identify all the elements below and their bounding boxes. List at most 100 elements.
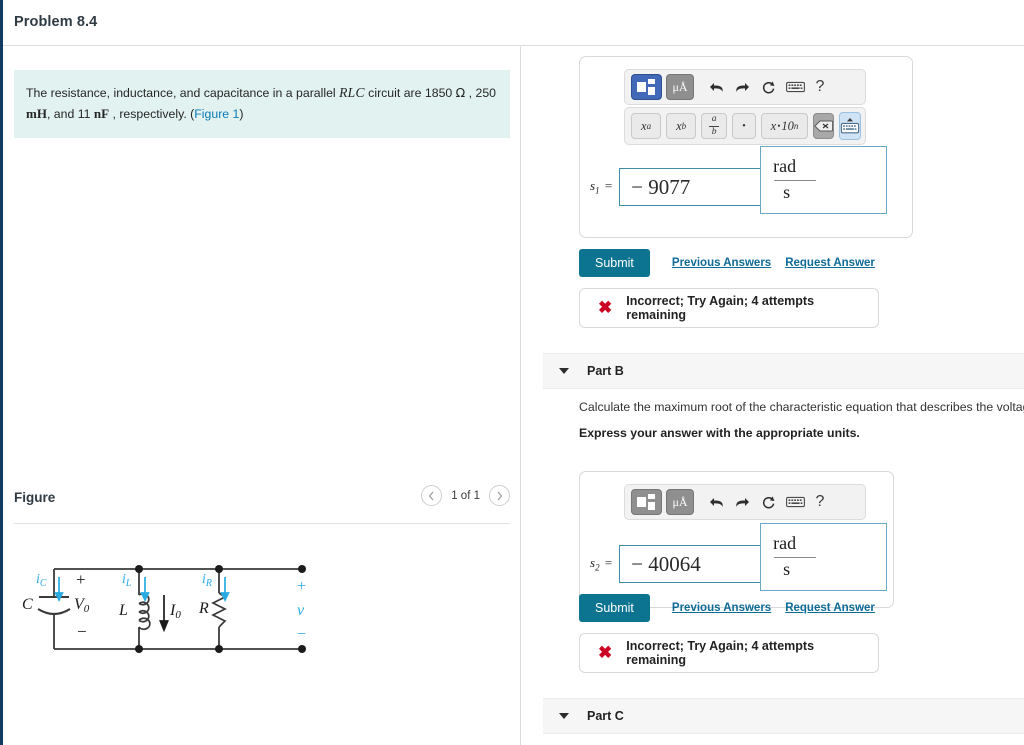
part-b-answer-input[interactable]: − 40064 [619, 545, 762, 583]
problem-statement: The resistance, inductance, and capacita… [14, 70, 510, 139]
prompt-mh: mH [26, 105, 47, 121]
part-a-feedback-banner: ✖ Incorrect; Try Again; 4 attempts remai… [579, 288, 879, 328]
red-x-icon: ✖ [598, 643, 613, 662]
part-c-header[interactable]: Part C [543, 698, 1024, 734]
figure-nav: 1 of 1 [421, 485, 510, 506]
help-button[interactable]: ? [809, 75, 831, 99]
prompt-text-3: , 250 [465, 86, 497, 100]
part-a-feedback-text: Incorrect; Try Again; 4 attempts remaini… [626, 294, 815, 322]
inductor-label: L [118, 602, 128, 619]
part-a-unit-box[interactable]: rad s [760, 146, 888, 214]
keyboard-icon[interactable] [781, 490, 809, 514]
redo-arrow-icon[interactable] [729, 75, 755, 99]
caret-down-icon[interactable] [559, 713, 569, 719]
part-b-feedback-text: Incorrect; Try Again; 4 attempts remaini… [626, 639, 815, 667]
undo-arrow-icon[interactable] [703, 75, 729, 99]
output-voltage-label: v [297, 602, 305, 619]
redo-arrow-icon[interactable] [729, 490, 755, 514]
part-a-answer-input[interactable]: − 9077 [619, 168, 762, 206]
chevron-left-icon [429, 491, 434, 500]
scientific-notation-button[interactable]: x • 10 n [760, 113, 809, 139]
part-c-title: Part C [587, 709, 624, 723]
part-a-unit-numerator: rad [773, 155, 797, 176]
part-a-request-answer-link[interactable]: Request Answer [785, 257, 875, 269]
part-a-unit-denominator: s [783, 182, 791, 203]
help-button[interactable]: ? [809, 490, 831, 514]
reset-circular-arrow-icon[interactable] [755, 490, 781, 514]
template-matrix-icon[interactable] [631, 74, 662, 100]
units-micro-angstrom-button[interactable]: μÅ [666, 489, 694, 515]
part-b-answer-row: s2 = − 40064 rad s [590, 523, 888, 591]
capacitor-minus-sign: − [77, 622, 87, 641]
part-b-submit-row: Submit Previous Answers Request Answer [579, 594, 875, 622]
figure-prev-button[interactable] [421, 485, 443, 506]
figure-counter: 1 of 1 [451, 489, 480, 502]
part-b-description: Calculate the maximum root of the charac… [579, 400, 1024, 414]
keyboard-icon[interactable] [781, 75, 809, 99]
part-a-mathbar-row1: μÅ ? [624, 69, 866, 105]
parallel-rlc-circuit-svg: C V0 L I0 R + − iC iL iR + v − [22, 565, 306, 653]
reset-circular-arrow-icon[interactable] [755, 75, 781, 99]
part-a-answer-symbol: s1 = [590, 178, 613, 196]
undo-arrow-icon[interactable] [703, 490, 729, 514]
superscript-button[interactable]: xa [631, 113, 662, 139]
fraction-button[interactable]: a b [701, 113, 728, 139]
subscript-button[interactable]: xb [666, 113, 697, 139]
prompt-text-6: ) [239, 106, 244, 121]
caret-down-icon[interactable] [559, 368, 569, 374]
inductor-current-label: I0 [169, 602, 181, 621]
part-b-mathbar-row1: μÅ ? [624, 484, 866, 520]
part-a-answer-card: μÅ ? x a x b a b • x • 10 n s1 = − 9077 … [579, 56, 913, 238]
part-a-mathbar-row2: xa xb a b • x • 10 n [624, 107, 866, 145]
part-b-unit-denominator: s [783, 559, 791, 580]
part-b-header[interactable]: Part B [543, 353, 1024, 389]
prompt-text-5: , respectively. ( [109, 106, 195, 121]
part-b-title: Part B [587, 364, 624, 378]
capacitor-plus-sign: + [76, 570, 86, 589]
units-micro-angstrom-button[interactable]: μÅ [666, 74, 694, 100]
part-b-request-answer-link[interactable]: Request Answer [785, 602, 875, 614]
left-panel: The resistance, inductance, and capacita… [3, 46, 521, 745]
page-root: Problem 8.4 The resistance, inductance, … [0, 0, 1024, 745]
part-a-previous-answers-link[interactable]: Previous Answers [672, 257, 771, 269]
dot-multiply-button[interactable]: • [732, 113, 756, 139]
prompt-text-2: circuit are 1850 [364, 86, 456, 100]
prompt-ohm: Ω [455, 85, 466, 100]
part-b-submit-button[interactable]: Submit [579, 594, 650, 622]
output-minus-sign: − [297, 626, 306, 643]
figure-next-button[interactable] [489, 485, 510, 506]
current-ic-label: iC [36, 572, 47, 589]
right-panel: μÅ ? x a x b a b • x • 10 n s1 = − 9077 … [522, 46, 1024, 745]
chevron-right-icon [497, 491, 503, 500]
page-title: Problem 8.4 [14, 14, 98, 30]
part-b-answer-card: μÅ ? s2 = − 40064 rad s [579, 471, 894, 608]
capacitor-label: C [22, 596, 33, 613]
part-b-previous-answers-link[interactable]: Previous Answers [672, 602, 771, 614]
capacitor-voltage-label: V0 [74, 596, 90, 615]
topbar: Problem 8.4 [3, 0, 1024, 46]
backspace-icon[interactable] [813, 113, 835, 139]
resistor-label: R [198, 600, 209, 617]
prompt-text-1: The resistance, inductance, and capacita… [26, 86, 340, 100]
keyboard-up-icon[interactable] [839, 112, 862, 140]
part-a-answer-row: s1 = − 9077 rad s [590, 146, 888, 214]
template-matrix-icon[interactable] [631, 489, 662, 515]
part-a-submit-row: Submit Previous Answers Request Answer [579, 249, 875, 277]
prompt-nf: nF [93, 105, 110, 121]
prompt-text-4: , and 11 [46, 106, 94, 121]
red-x-icon: ✖ [598, 298, 613, 317]
part-a-submit-button[interactable]: Submit [579, 249, 650, 277]
figure-header: Figure 1 of 1 [14, 482, 510, 524]
part-b-instruction: Express your answer with the appropriate… [579, 426, 860, 440]
part-b-unit-box[interactable]: rad s [760, 523, 888, 591]
part-b-feedback-banner: ✖ Incorrect; Try Again; 4 attempts remai… [579, 633, 879, 673]
figure-label: Figure [14, 490, 56, 505]
current-ir-label: iR [202, 572, 212, 589]
prompt-rlc: RLC [339, 85, 365, 100]
output-plus-sign: + [297, 578, 306, 595]
part-b-unit-numerator: rad [773, 532, 797, 553]
circuit-diagram: C V0 L I0 R + − iC iL iR + v − [14, 551, 510, 741]
part-b-answer-symbol: s2 = [590, 555, 613, 573]
figure-1-link[interactable]: Figure 1 [194, 107, 239, 121]
unit-fraction-bar [774, 179, 817, 182]
